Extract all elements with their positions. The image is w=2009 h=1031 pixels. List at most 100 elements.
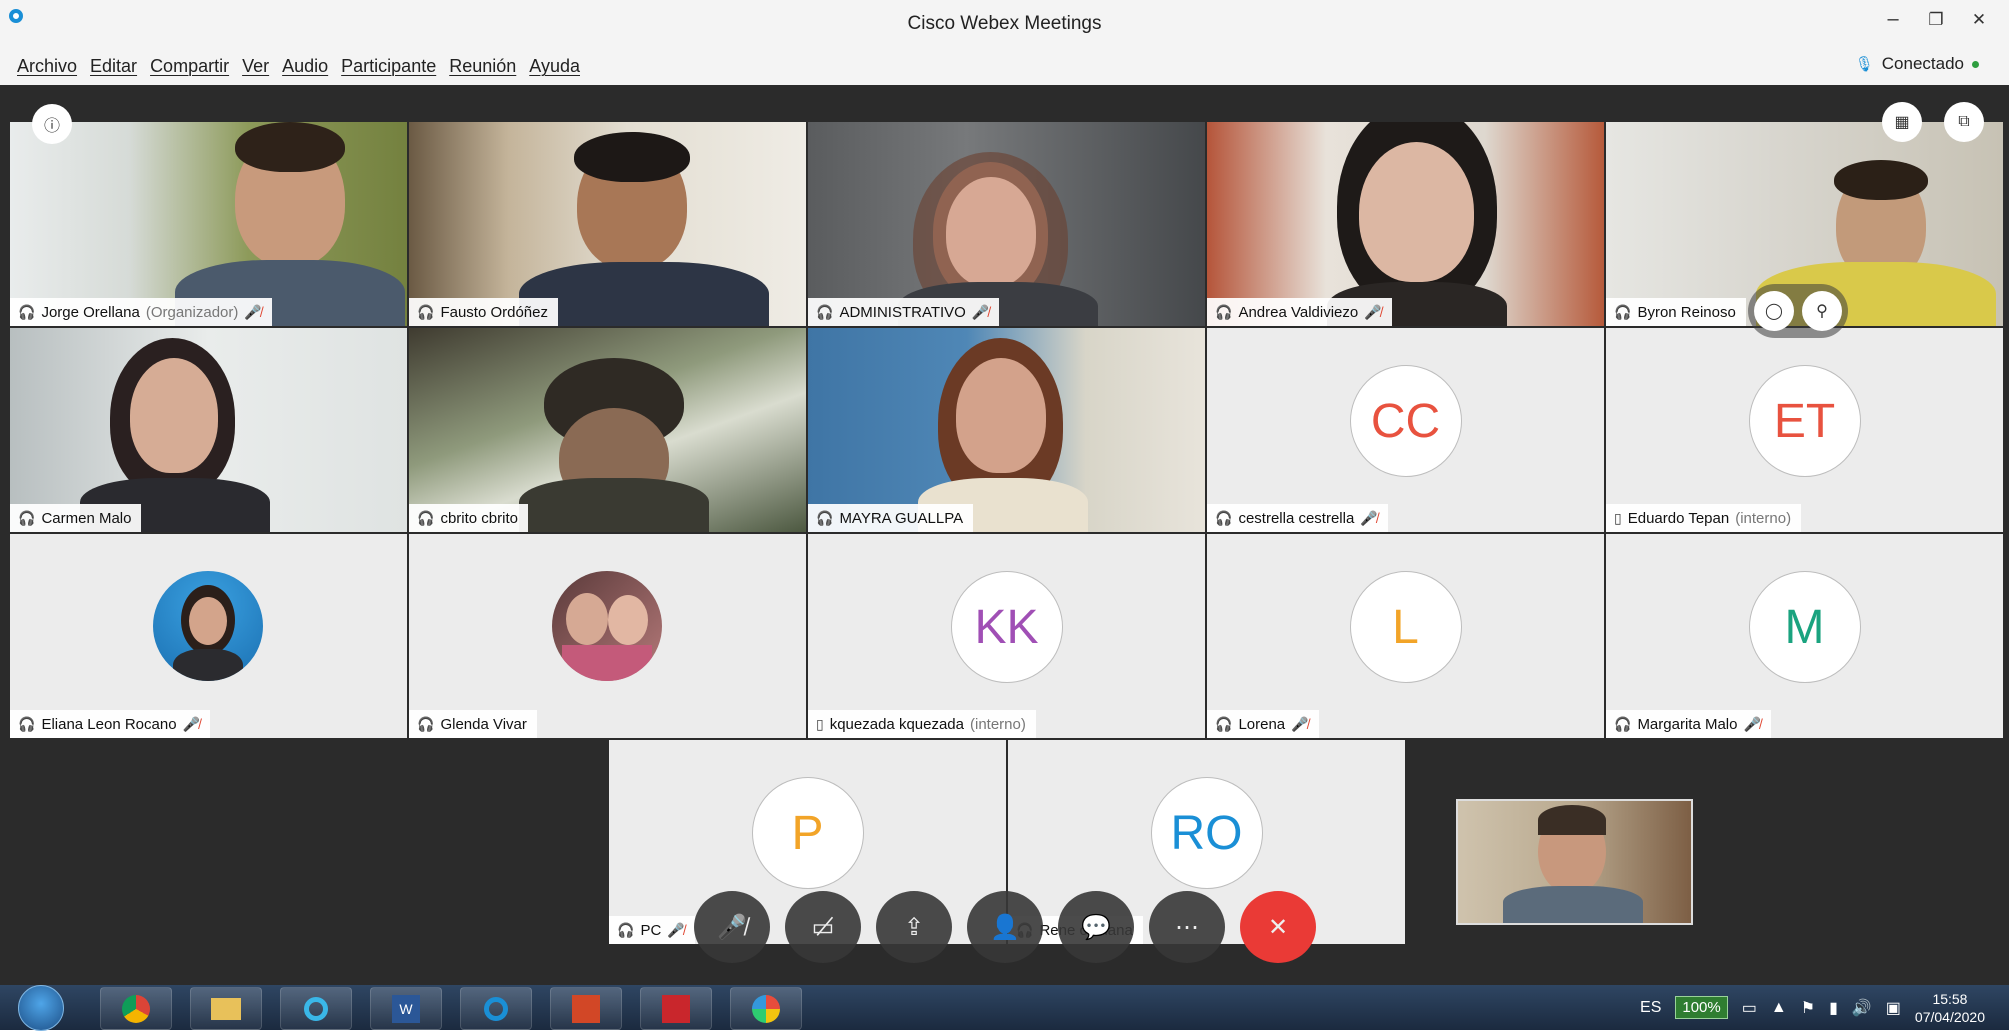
menu-archivo[interactable]: Archivo: [17, 56, 77, 77]
participant-tile[interactable]: 🎧 Eliana Leon Rocano 🎤̸: [10, 534, 407, 738]
audio-icon: 🎧: [816, 509, 834, 526]
participant-tile[interactable]: KK ▯ kquezada kquezada (interno): [808, 534, 1205, 738]
close-button[interactable]: ✕: [1962, 10, 1996, 30]
menu-editar[interactable]: Editar: [90, 56, 137, 77]
battery-indicator[interactable]: 100%: [1675, 996, 1728, 1019]
participant-tile[interactable]: 🎧 ADMINISTRATIVO 🎤̸: [808, 122, 1205, 326]
participant-tile[interactable]: 🎧 MAYRA GUALLPA: [808, 328, 1205, 532]
participant-tile[interactable]: L 🎧 Lorena 🎤̸: [1207, 534, 1604, 738]
participant-role: (interno): [1735, 509, 1792, 527]
chat-bubble-icon[interactable]: ◯: [1754, 291, 1794, 331]
participant-name: Eliana Leon Rocano: [41, 715, 177, 733]
menu-ver[interactable]: Ver: [242, 56, 269, 77]
device-icon[interactable]: ▣: [1886, 998, 1901, 1018]
participant-initials: ET: [1748, 365, 1861, 477]
show-hidden-icons[interactable]: ▲: [1771, 999, 1787, 1017]
muted-mic-icon: 🎤̸: [667, 921, 685, 938]
action-center-icon[interactable]: ⚑: [1801, 998, 1815, 1018]
more-options-button[interactable]: ⋯: [1149, 891, 1225, 963]
clock[interactable]: 15:58 07/04/2020: [1915, 990, 1985, 1026]
muted-mic-icon: 🎤̸: [1743, 715, 1761, 732]
participant-name: Lorena: [1238, 715, 1286, 733]
stop-video-button[interactable]: ▭̸: [785, 891, 861, 963]
chat-button[interactable]: 💬: [1058, 891, 1134, 963]
word-icon[interactable]: W: [370, 987, 442, 1030]
participant-tile[interactable]: 🎧 Glenda Vivar: [409, 534, 806, 738]
participant-name: Andrea Valdiviezo: [1238, 303, 1359, 321]
participant-tile[interactable]: CC 🎧 cestrella cestrella 🎤̸: [1207, 328, 1604, 532]
menu-audio[interactable]: Audio: [282, 56, 328, 77]
participant-tile[interactable]: 🎧 Carmen Malo: [10, 328, 407, 532]
phone-icon: ▯: [816, 715, 824, 732]
participant-tile[interactable]: ET ▯ Eduardo Tepan (interno): [1606, 328, 2003, 532]
connection-status[interactable]: 🎙 Conectado: [1855, 54, 1979, 74]
participant-name: Byron Reinoso: [1637, 303, 1736, 321]
participant-label: 🎧 cestrella cestrella 🎤̸: [1207, 504, 1388, 532]
participant-label: ▯ Eduardo Tepan (interno): [1606, 504, 1802, 532]
participant-name: Eduardo Tepan: [1627, 509, 1730, 527]
participant-tile[interactable]: 🎧 cbrito cbrito: [409, 328, 806, 532]
microphone-icon: 🎙: [1854, 56, 1874, 73]
participant-name: Carmen Malo: [41, 509, 132, 527]
acrobat-icon[interactable]: [640, 987, 712, 1030]
audio-icon: 🎧: [18, 715, 36, 732]
pin-icon[interactable]: ⚲: [1802, 291, 1842, 331]
powerpoint-icon[interactable]: [550, 987, 622, 1030]
participant-label: 🎧 Fausto Ordóñez: [409, 298, 558, 326]
participant-label: ▯ kquezada kquezada (interno): [808, 710, 1036, 738]
display-icon[interactable]: ▭: [1742, 998, 1757, 1018]
start-button[interactable]: [18, 985, 64, 1031]
menu-ayuda[interactable]: Ayuda: [529, 56, 580, 77]
mute-button[interactable]: 🎤̸: [694, 891, 770, 963]
menu-bar: Archivo Editar Compartir Ver Audio Parti…: [0, 48, 2009, 85]
menu-compartir[interactable]: Compartir: [150, 56, 229, 77]
participant-name: Glenda Vivar: [440, 715, 527, 733]
participant-name: Fausto Ordóñez: [440, 303, 548, 321]
audio-icon: 🎧: [417, 509, 435, 526]
file-explorer-icon[interactable]: [190, 987, 262, 1030]
participant-name: Margarita Malo: [1637, 715, 1738, 733]
audio-icon: 🎧: [1215, 715, 1233, 732]
grid-view-icon[interactable]: ▦: [1882, 102, 1922, 142]
participant-label: 🎧 Andrea Valdiviezo 🎤̸: [1207, 298, 1392, 326]
participants-button[interactable]: 👤: [967, 891, 1043, 963]
network-icon[interactable]: ▮: [1829, 998, 1838, 1018]
participant-label: 🎧 Byron Reinoso: [1606, 298, 1746, 326]
participant-name: MAYRA GUALLPA: [839, 509, 964, 527]
paint-icon[interactable]: [730, 987, 802, 1030]
chrome-icon[interactable]: [100, 987, 172, 1030]
self-view-video[interactable]: [1456, 799, 1693, 925]
participant-label: 🎧 Lorena 🎤̸: [1207, 710, 1319, 738]
volume-icon[interactable]: 🔊: [1852, 998, 1872, 1018]
participant-initials: CC: [1349, 365, 1462, 477]
restore-button[interactable]: ❐: [1919, 10, 1953, 30]
language-indicator[interactable]: ES: [1640, 999, 1661, 1017]
end-meeting-button[interactable]: ✕: [1240, 891, 1316, 963]
popout-view-icon[interactable]: ⧉: [1944, 102, 1984, 142]
participant-tile[interactable]: 🎧 Andrea Valdiviezo 🎤̸: [1207, 122, 1604, 326]
participant-label: 🎧 Margarita Malo 🎤̸: [1606, 710, 1771, 738]
audio-icon: 🎧: [1614, 715, 1632, 732]
participant-label: 🎧 Eliana Leon Rocano 🎤̸: [10, 710, 210, 738]
webex-meeting-icon[interactable]: [460, 987, 532, 1030]
webex-app-icon[interactable]: [280, 987, 352, 1030]
participant-tile-active-speaker[interactable]: 🎧 Fausto Ordóñez: [409, 122, 806, 326]
participant-tile[interactable]: 🎧 Jorge Orellana (Organizador) 🎤̸: [10, 122, 407, 326]
share-button[interactable]: ⇪: [876, 891, 952, 963]
info-button[interactable]: ⓘ: [32, 104, 72, 144]
audio-icon: 🎧: [18, 303, 36, 320]
minimize-button[interactable]: –: [1876, 8, 1910, 31]
participant-label: 🎧 MAYRA GUALLPA: [808, 504, 974, 532]
muted-mic-icon: 🎤̸: [1291, 715, 1309, 732]
participant-label: 🎧 Carmen Malo: [10, 504, 142, 532]
participant-initials: RO: [1150, 777, 1263, 889]
participant-role: (interno): [970, 715, 1026, 733]
menu-reunion[interactable]: Reunión: [449, 56, 516, 77]
participant-role: (Organizador): [145, 303, 239, 321]
menu-participante[interactable]: Participante: [341, 56, 436, 77]
participant-tile[interactable]: M 🎧 Margarita Malo 🎤̸: [1606, 534, 2003, 738]
muted-mic-icon: 🎤̸: [244, 303, 262, 320]
system-tray: ES 100% ▭ ▲ ⚑ ▮ 🔊 ▣ 15:58 07/04/2020: [1640, 985, 1985, 1030]
muted-mic-icon: 🎤̸: [1364, 303, 1382, 320]
participant-initials: P: [751, 777, 864, 889]
